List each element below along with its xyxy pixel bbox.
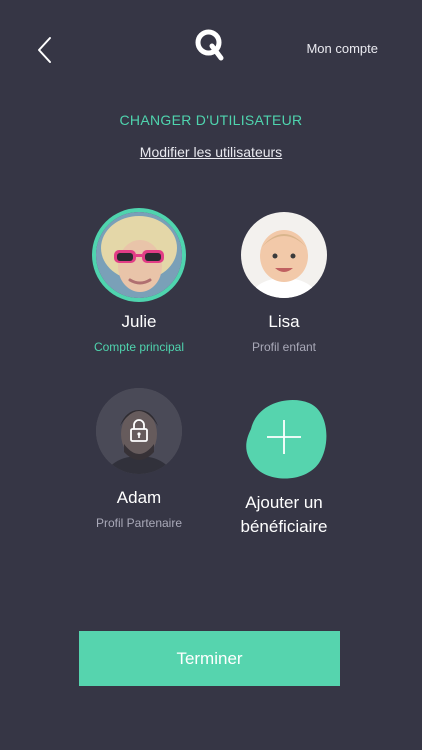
edit-users-link[interactable]: Modifier les utilisateurs: [0, 144, 422, 160]
back-button[interactable]: [30, 34, 60, 66]
q-logo-icon: [194, 28, 226, 64]
add-beneficiary-button[interactable]: [239, 393, 329, 483]
add-beneficiary-label-line2: bénéficiaire: [240, 517, 328, 536]
add-beneficiary[interactable]: Ajouter un bénéficiaire: [199, 393, 369, 539]
finish-button[interactable]: Terminer: [79, 631, 340, 686]
avatar: [96, 388, 182, 474]
avatar: [96, 212, 182, 298]
lock-icon: [130, 419, 148, 442]
avatar: [241, 212, 327, 298]
section-title: CHANGER D'UTILISATEUR: [119, 112, 303, 128]
add-beneficiary-label-line1: Ajouter un: [245, 493, 323, 512]
my-account-link[interactable]: Mon compte: [306, 41, 378, 56]
profile-role: Profil enfant: [251, 340, 317, 354]
chevron-left-icon: [38, 37, 51, 63]
profile-lisa[interactable]: Lisa Profil enfant: [199, 212, 369, 354]
profile-name: Lisa: [268, 312, 300, 331]
